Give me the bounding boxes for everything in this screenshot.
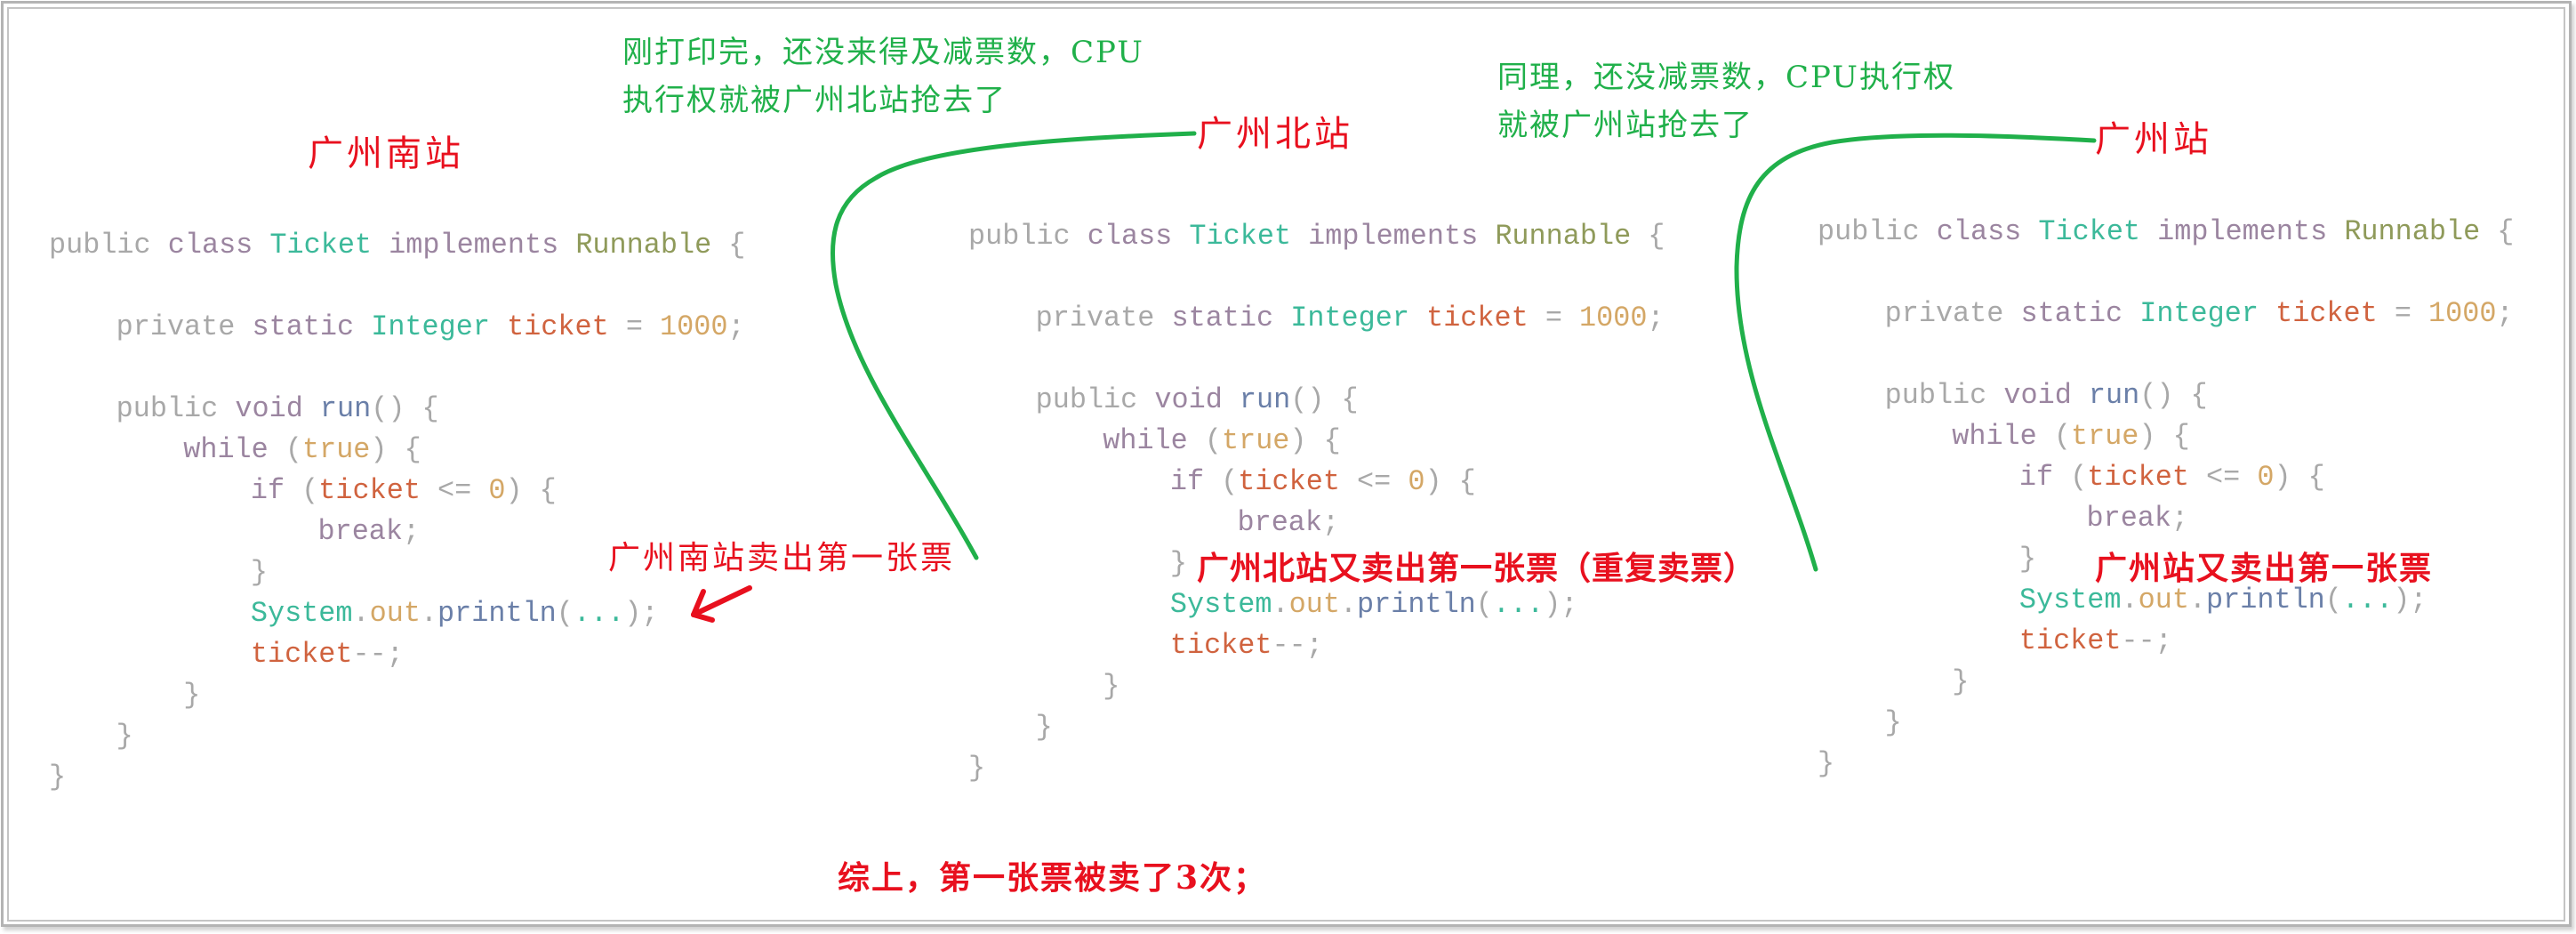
code-line-run-close: } <box>116 720 133 753</box>
code-line-run-close: } <box>1884 706 1902 739</box>
station-label-north: 广州北站 <box>1197 114 1353 155</box>
code-line-decrement: ticket--; <box>250 638 404 671</box>
code-line-if-close: } <box>2018 543 2036 576</box>
code-line-if: if (ticket <= 0) { <box>1169 465 1476 498</box>
green-note-1: 刚打印完，还没来得及减票数，CPU 执行权就被广州北站抢去了 <box>622 28 1144 125</box>
code-line-break: break; <box>317 515 421 548</box>
station-label-south: 广州南站 <box>308 133 464 174</box>
code-line-class-close: } <box>968 752 986 785</box>
code-line-while: while (true) { <box>183 433 421 466</box>
code-line-class-close: } <box>1818 747 1835 780</box>
code-line-class: public class Ticket implements Runnable … <box>968 220 1665 253</box>
code-line-if: if (ticket <= 0) { <box>250 474 557 507</box>
green-note-2-line-1: 同理，还没减票数，CPU执行权 <box>1497 60 1955 95</box>
code-line-class-close: } <box>49 761 67 793</box>
code-line-while-close: } <box>183 679 201 712</box>
code-line-run: public void run() { <box>1884 379 2208 412</box>
code-line-run-close: } <box>1035 711 1053 744</box>
code-line-while: while (true) { <box>1103 424 1341 457</box>
code-line-println: System.out.println(...); <box>2018 584 2428 616</box>
code-line-class: public class Ticket implements Runnable … <box>1818 215 2515 248</box>
south-sold-note: 广州南站卖出第一张票 <box>608 540 956 576</box>
code-line-println: System.out.println(...); <box>1169 588 1578 621</box>
code-line-field: private static Integer ticket = 1000; <box>116 310 745 343</box>
summary-note: 综上，第一张票被卖了3次； <box>838 859 1268 897</box>
code-line-decrement: ticket--; <box>2018 624 2172 657</box>
code-block-north: public class Ticket implements Runnable … <box>968 219 1665 785</box>
code-line-println: System.out.println(...); <box>250 597 659 630</box>
code-line-if-close: } <box>1169 547 1187 580</box>
green-note-2-line-2: 就被广州站抢去了 <box>1497 108 1753 143</box>
code-line-run: public void run() { <box>1035 383 1359 416</box>
code-line-while: while (true) { <box>1952 420 2190 453</box>
green-note-1-line-2: 执行权就被广州北站抢去了 <box>622 83 1007 118</box>
code-line-if: if (ticket <= 0) { <box>2018 461 2325 494</box>
code-block-south: public class Ticket implements Runnable … <box>49 228 745 793</box>
code-line-field: private static Integer ticket = 1000; <box>1884 297 2514 330</box>
green-note-1-line-1: 刚打印完，还没来得及减票数，CPU <box>622 35 1144 70</box>
code-line-while-close: } <box>1952 665 1970 698</box>
code-line-class: public class Ticket implements Runnable … <box>49 229 746 262</box>
code-line-break: break; <box>2086 502 2189 535</box>
north-sold-note: 广州北站又卖出第一张票（重复卖票） <box>1197 550 1757 587</box>
code-line-run: public void run() { <box>116 392 439 425</box>
code-line-break: break; <box>1237 506 1340 539</box>
code-block-main: public class Ticket implements Runnable … <box>1818 214 2514 780</box>
code-line-while-close: } <box>1103 670 1120 703</box>
code-line-if-close: } <box>250 556 268 589</box>
station-label-main: 广州站 <box>2095 119 2212 160</box>
code-line-decrement: ticket--; <box>1169 629 1323 662</box>
green-note-2: 同理，还没减票数，CPU执行权 就被广州站抢去了 <box>1497 53 1955 149</box>
code-line-field: private static Integer ticket = 1000; <box>1035 302 1665 334</box>
